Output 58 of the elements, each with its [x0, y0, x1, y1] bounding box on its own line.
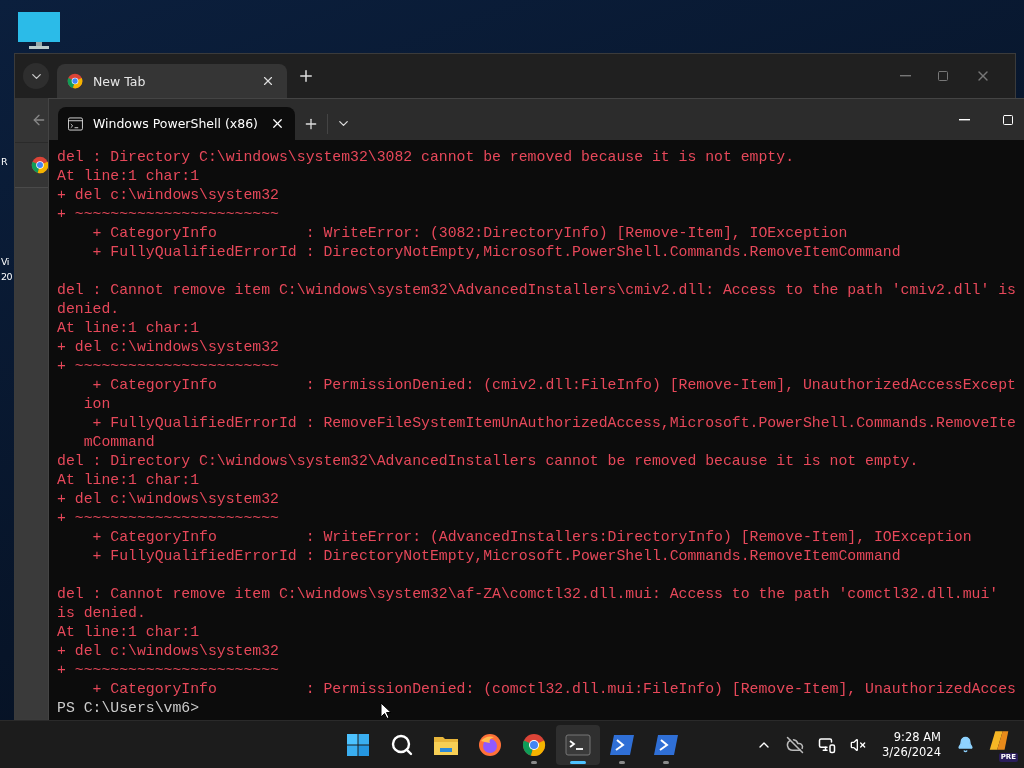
error-output-line: + CategoryInfo : PermissionDenied: (comctl32.dll.mui:FileInfo) [Remove-Item], UnauthorizedAcces: [91, 680, 1016, 699]
command-prompt: PS C:\Users\vm6>: [57, 699, 200, 718]
powershell-icon: [653, 733, 679, 756]
error-output-line: del : Cannot remove item C:\windows\system32\af-ZA\comctl32.dll.mui: Access to the path 'comctl32.dll.mui': [57, 585, 999, 604]
error-output-line: + FullyQualifiedErrorId : RemoveFileSystemItemUnAuthorizedAccess,Microsoft.PowerShell.Commands.RemoveIte: [91, 414, 1016, 433]
error-output-line: At line:1 char:1: [57, 623, 200, 642]
error-output-line: + ~~~~~~~~~~~~~~~~~~~~~~~: [57, 357, 279, 376]
close-icon: [270, 116, 285, 131]
chrome-icon: [522, 732, 546, 757]
error-output-line: + del c:\windows\system32: [57, 186, 279, 205]
search-icon: [390, 732, 414, 757]
error-output-line: + CategoryInfo : WriteError: (3082:DirectoryInfo) [Remove-Item], IOException: [91, 224, 848, 243]
chrome-bookmark-icon: [31, 156, 49, 174]
desktop-icon-label: 20: [1, 271, 13, 283]
error-output-line: is denied.: [57, 604, 146, 623]
error-output-line: At line:1 char:1: [57, 319, 200, 338]
error-output-line: + del c:\windows\system32: [57, 338, 279, 357]
terminal-tab[interactable]: Windows PowerShell (x86): [58, 107, 295, 140]
terminal-icon: [565, 733, 591, 756]
minimize-icon: [959, 118, 970, 121]
error-output-line: + ~~~~~~~~~~~~~~~~~~~~~~~: [57, 205, 279, 224]
error-output-line: ion: [82, 395, 111, 414]
error-output-line: + FullyQualifiedErrorId : DirectoryNotEmpty,Microsoft.PowerShell.Commands.RemoveItemCommand: [91, 243, 901, 262]
error-output-line: denied.: [57, 300, 120, 319]
desktop-icon-label: R: [1, 156, 8, 168]
error-output-line: del : Cannot remove item C:\windows\system32\AdvancedInstallers\cmiv2.dll: Access to the path 'cmiv2.dll' is: [57, 281, 1016, 300]
firefox-icon: [478, 732, 502, 757]
error-output-line: At line:1 char:1: [57, 167, 200, 186]
tab-list-button[interactable]: [23, 63, 49, 89]
notification-bell-icon[interactable]: [955, 734, 976, 755]
error-output-line: + del c:\windows\system32: [57, 642, 279, 661]
error-output-line: + CategoryInfo : WriteError: (AdvancedInstallers:DirectoryInfo) [Remove-Item], IOException: [91, 528, 972, 547]
tab-title: New Tab: [93, 73, 147, 89]
browser-tab[interactable]: New Tab: [57, 64, 287, 98]
error-output-line: + del c:\windows\system32: [57, 490, 279, 509]
error-output-line: At line:1 char:1: [57, 471, 200, 490]
close-icon: [261, 74, 275, 88]
maximize-icon: [1002, 113, 1014, 126]
chrome-tab-icon: [67, 73, 83, 89]
error-output-line: del : Directory C:\windows\system32\AdvancedInstallers cannot be removed because it is not empty.: [57, 452, 919, 471]
plus-icon: [297, 67, 315, 85]
clock-time: 9:28 AM: [893, 729, 941, 745]
error-output-line: + CategoryInfo : PermissionDenied: (cmiv2.dll:FileInfo) [Remove-Item], UnauthorizedAccessExcept: [91, 376, 1016, 395]
error-output-line: + FullyQualifiedErrorId : DirectoryNotEmpty,Microsoft.PowerShell.Commands.RemoveItemCommand: [91, 547, 901, 566]
taskbar-app-button[interactable]: [556, 724, 600, 765]
clock-date: 3/26/2024: [882, 744, 941, 760]
error-output-line: del : Directory C:\windows\system32\3082 cannot be removed because it is not empty.: [57, 148, 794, 167]
powershell-icon: [609, 733, 635, 756]
minimize-icon: [900, 75, 911, 77]
error-output-line: mCommand: [82, 433, 155, 452]
windows-logo-icon: [346, 732, 370, 757]
desktop-icon-label: Vi: [1, 256, 9, 268]
error-output-line: + ~~~~~~~~~~~~~~~~~~~~~~~: [57, 661, 279, 680]
tab-title: Windows PowerShell (x86): [92, 116, 258, 131]
monitor-icon[interactable]: [18, 12, 60, 50]
console-icon: [68, 116, 83, 131]
error-output-line: + ~~~~~~~~~~~~~~~~~~~~~~~: [57, 509, 279, 528]
maximize-icon: [937, 70, 949, 82]
